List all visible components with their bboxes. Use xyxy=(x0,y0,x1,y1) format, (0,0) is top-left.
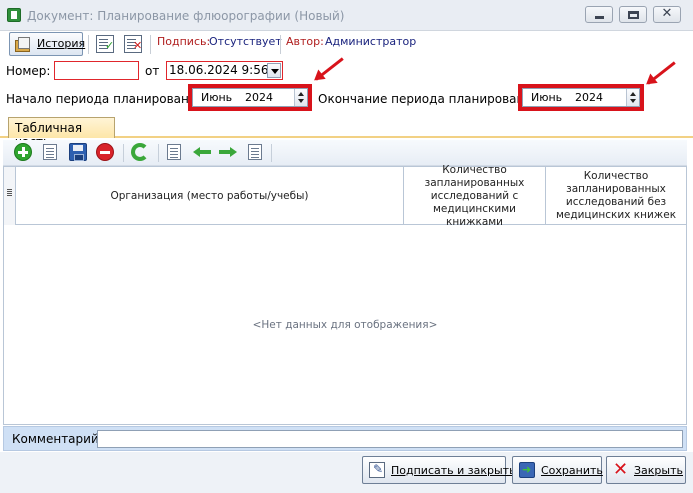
minimize-icon xyxy=(595,16,604,19)
grid-header: Организация (место работы/учебы) Количес… xyxy=(4,164,686,228)
history-icon xyxy=(15,37,31,52)
spin-buttons[interactable] xyxy=(294,89,307,106)
save-icon[interactable] xyxy=(69,143,87,161)
maximize-button[interactable] xyxy=(619,6,647,23)
list-export-icon[interactable] xyxy=(248,144,262,160)
period-end-spinner[interactable]: Июнь 2024 xyxy=(522,88,640,107)
sign-and-close-button[interactable]: Подписать и закрыть xyxy=(362,456,516,484)
period-start-month: Июнь xyxy=(201,91,233,104)
move-left-icon[interactable] xyxy=(193,143,211,161)
spin-down-icon[interactable] xyxy=(298,99,304,103)
close-button[interactable]: Закрыть xyxy=(606,456,686,484)
list-icon[interactable] xyxy=(167,144,181,160)
column-header-without-med-books[interactable]: Количество запланированных исследований … xyxy=(546,167,686,225)
author-label: Автор: xyxy=(286,35,324,48)
save-button[interactable]: Сохранить xyxy=(512,456,603,484)
period-start-label: Начало периода планирования: xyxy=(6,92,208,106)
maximize-icon xyxy=(628,11,639,19)
grid-toolbar-separator xyxy=(271,144,272,162)
grid-toolbar xyxy=(3,140,687,166)
author-value: Администратор xyxy=(325,35,417,48)
edit-list-icon[interactable] xyxy=(43,144,57,160)
comment-input[interactable] xyxy=(97,430,683,448)
period-end-month: Июнь xyxy=(531,91,563,104)
number-input[interactable] xyxy=(54,61,139,80)
grid-toolbar-separator xyxy=(158,144,159,162)
window-title: Документ: Планирование флюорографии (Нов… xyxy=(27,9,345,23)
add-icon[interactable] xyxy=(14,143,32,161)
column-header-organization[interactable]: Организация (место работы/учебы) xyxy=(16,167,404,225)
refresh-icon[interactable] xyxy=(131,143,149,161)
period-end-label: Окончание периода планирования xyxy=(318,92,540,106)
column-header-with-med-books[interactable]: Количество запланированных исследований … xyxy=(404,164,546,228)
spin-up-icon[interactable] xyxy=(630,92,636,96)
data-grid[interactable]: Организация (место работы/учебы) Количес… xyxy=(3,164,687,425)
toolbar-separator xyxy=(150,35,151,54)
period-start-year: 2024 xyxy=(245,91,273,104)
spin-buttons[interactable] xyxy=(626,89,639,106)
row-indicator-header[interactable] xyxy=(4,167,16,225)
close-window-button[interactable]: ✕ xyxy=(653,6,681,23)
grid-toolbar-separator xyxy=(123,144,124,162)
save-icon xyxy=(519,462,535,478)
save-button-label: Сохранить xyxy=(541,464,603,477)
signature-value: Отсутствует xyxy=(209,35,282,48)
spin-down-icon[interactable] xyxy=(630,99,636,103)
document-toolbar: История Подпись: Отсутствует Автор: Адми… xyxy=(0,31,693,58)
tab-table-part[interactable]: Табличная часть xyxy=(8,117,115,149)
spin-up-icon[interactable] xyxy=(298,92,304,96)
date-from-label: от xyxy=(145,64,160,78)
sign-document-icon xyxy=(369,462,385,478)
close-icon xyxy=(613,459,629,480)
period-start-spinner[interactable]: Июнь 2024 xyxy=(192,88,308,107)
title-bar: Документ: Планирование флюорографии (Нов… xyxy=(0,0,693,31)
app-document-icon xyxy=(7,8,21,22)
period-end-year: 2024 xyxy=(575,91,603,104)
annotation-arrow-start xyxy=(315,57,344,81)
signature-label: Подпись: xyxy=(157,35,211,48)
sign-document-icon[interactable] xyxy=(96,35,114,53)
number-label: Номер: xyxy=(6,64,51,78)
move-right-icon[interactable] xyxy=(219,143,237,161)
history-button[interactable]: История xyxy=(9,32,86,56)
toolbar-separator xyxy=(280,35,281,54)
document-date-picker[interactable]: 18.06.2024 9:56: xyxy=(166,61,283,80)
sign-and-close-label: Подписать и закрыть xyxy=(391,464,516,477)
comment-label: Комментарий: xyxy=(12,432,103,446)
unsign-document-icon[interactable] xyxy=(124,35,142,53)
close-icon: ✕ xyxy=(661,6,673,21)
toolbar-separator xyxy=(88,35,89,54)
delete-icon[interactable] xyxy=(96,143,114,161)
footer-bar: Подписать и закрыть Сохранить Закрыть xyxy=(0,452,693,493)
history-button-label: История xyxy=(37,37,86,50)
chevron-down-icon[interactable] xyxy=(267,63,281,78)
document-date-value: 18.06.2024 9:56: xyxy=(169,63,273,77)
close-button-label: Закрыть xyxy=(634,464,683,477)
comment-bar: Комментарий: xyxy=(3,426,687,451)
annotation-arrow-end xyxy=(647,61,676,85)
minimize-button[interactable] xyxy=(585,6,613,23)
grid-empty-message: <Нет данных для отображения> xyxy=(252,319,438,331)
